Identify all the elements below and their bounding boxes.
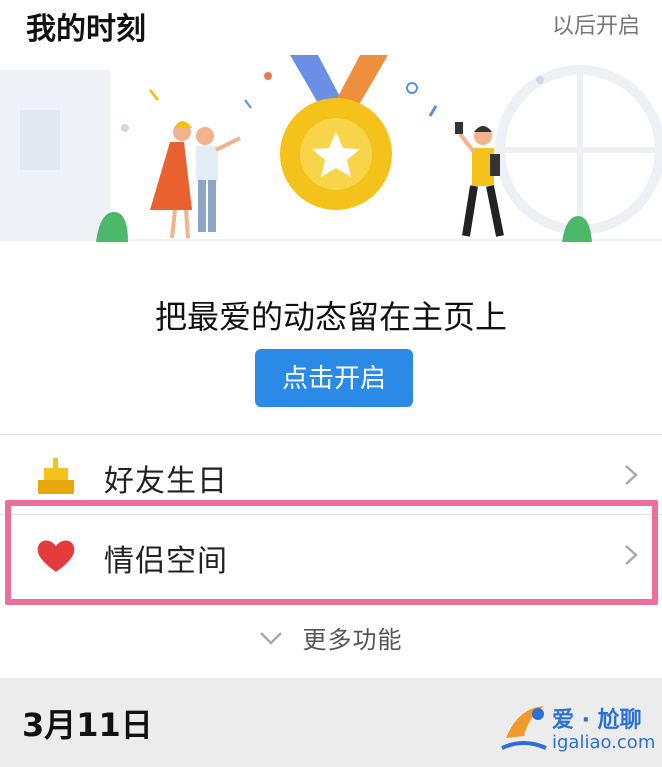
more-features-label: 更多功能 <box>302 626 403 654</box>
more-features-toggle[interactable]: 更多功能 <box>0 620 662 660</box>
menu-item-label: 好友生日 <box>104 464 228 499</box>
watermark-name: 爱 · 尬聊 <box>552 708 642 733</box>
header: 我的时刻 以后开启 <box>0 0 662 50</box>
page-title: 我的时刻 <box>26 12 146 47</box>
moments-illustration-icon <box>0 55 662 242</box>
enable-button[interactable]: 点击开启 <box>255 349 413 407</box>
chevron-right-icon <box>625 465 638 485</box>
chevron-down-icon <box>260 631 283 645</box>
site-watermark: 爱 · 尬聊 igaliao.com <box>498 700 656 760</box>
watermark-logo-icon <box>501 706 547 750</box>
divider <box>0 434 662 435</box>
watermark-url: igaliao.com <box>552 732 656 753</box>
later-link[interactable]: 以后开启 <box>552 8 640 40</box>
banner-illustration <box>0 50 662 250</box>
cake-icon <box>38 458 74 494</box>
timeline-date: 3月11日 <box>22 706 153 744</box>
promo-slogan: 把最爱的动态留在主页上 <box>154 298 507 336</box>
highlight-box <box>5 500 658 605</box>
